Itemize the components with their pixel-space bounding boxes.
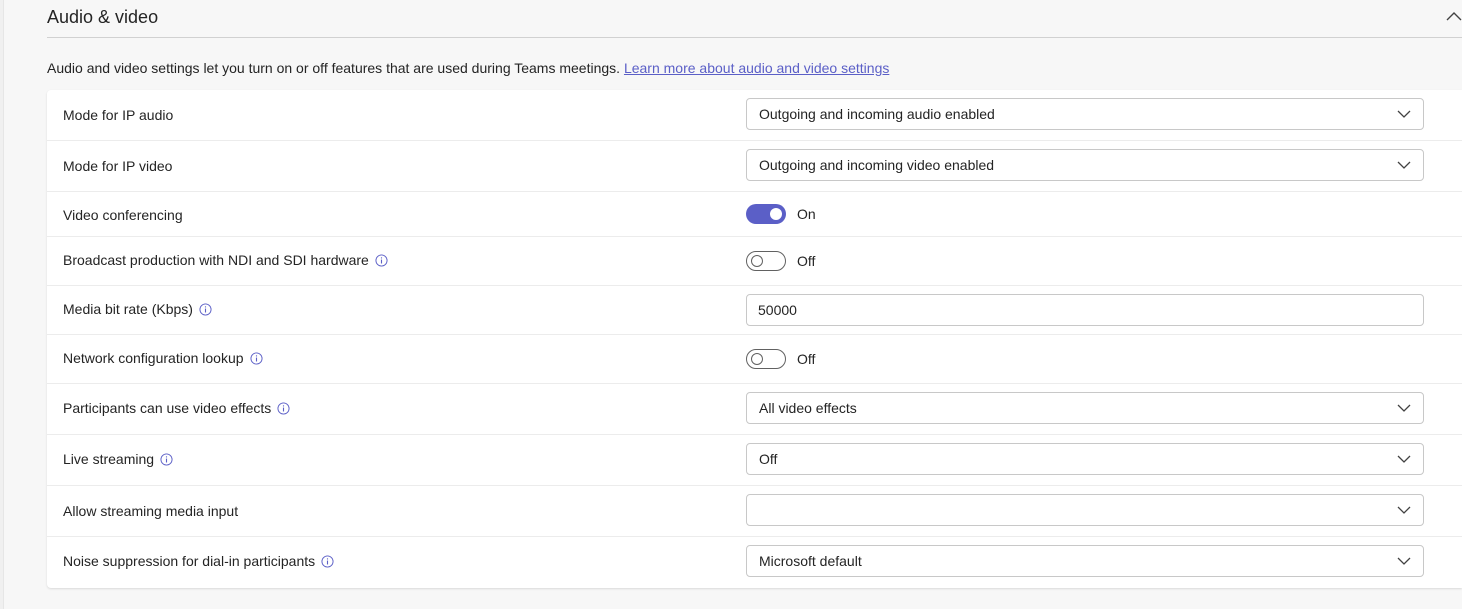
left-rail <box>0 0 4 609</box>
setting-label-text: Live streaming <box>63 451 155 467</box>
info-icon[interactable] <box>160 452 173 466</box>
dropdown-value: Microsoft default <box>759 553 862 569</box>
setting-label: Allow streaming media input <box>63 503 238 519</box>
chevron-down-icon <box>1397 161 1411 169</box>
section-header[interactable]: Audio & video <box>47 0 1462 38</box>
network-config-toggle[interactable] <box>746 349 786 369</box>
setting-label-text: Mode for IP video <box>63 158 173 174</box>
info-icon[interactable] <box>250 351 263 365</box>
media-bit-rate-input[interactable] <box>758 302 1398 318</box>
setting-label-text: Allow streaming media input <box>63 503 239 519</box>
setting-label-text: Mode for IP audio <box>63 107 174 123</box>
video-effects-dropdown[interactable]: All video effects <box>746 392 1424 424</box>
setting-row-media-bit-rate: Media bit rate (Kbps) <box>47 286 1462 335</box>
toggle-knob <box>770 208 782 220</box>
broadcast-toggle-group: Off <box>746 251 815 271</box>
setting-label: Network configuration lookup <box>63 350 263 366</box>
setting-label: Live streaming <box>63 451 173 467</box>
ip-video-dropdown[interactable]: Outgoing and incoming video enabled <box>746 149 1424 181</box>
setting-row-live-streaming: Live streaming Off <box>47 435 1462 486</box>
setting-label-text: Broadcast production with NDI and SDI ha… <box>63 252 369 268</box>
setting-label: Broadcast production with NDI and SDI ha… <box>63 252 388 268</box>
dropdown-value: Outgoing and incoming video enabled <box>759 157 995 173</box>
live-streaming-dropdown[interactable]: Off <box>746 443 1424 475</box>
streaming-media-input-dropdown[interactable] <box>746 494 1424 526</box>
section-title: Audio & video <box>47 7 159 27</box>
setting-row-broadcast-production: Broadcast production with NDI and SDI ha… <box>47 237 1462 286</box>
section-description: Audio and video settings let you turn on… <box>47 60 889 76</box>
chevron-down-icon <box>1397 506 1411 514</box>
setting-row-streaming-media-input: Allow streaming media input <box>47 486 1462 537</box>
description-text: Audio and video settings let you turn on… <box>47 60 624 76</box>
setting-label: Participants can use video effects <box>63 400 290 416</box>
ip-audio-dropdown[interactable]: Outgoing and incoming audio enabled <box>746 98 1424 130</box>
info-icon[interactable] <box>321 554 334 568</box>
setting-label-text: Media bit rate (Kbps) <box>63 301 193 317</box>
broadcast-production-toggle[interactable] <box>746 251 786 271</box>
setting-row-noise-suppression: Noise suppression for dial-in participan… <box>47 537 1462 588</box>
setting-label: Video conferencing <box>63 207 183 223</box>
setting-row-video-effects: Participants can use video effects All v… <box>47 384 1462 435</box>
toggle-state-label: Off <box>797 253 816 269</box>
setting-label: Media bit rate (Kbps) <box>63 301 212 317</box>
setting-label: Mode for IP audio <box>63 107 173 123</box>
dropdown-value: All video effects <box>759 400 857 416</box>
chevron-up-icon[interactable] <box>1446 10 1462 22</box>
settings-card: Mode for IP audio Outgoing and incoming … <box>47 90 1462 588</box>
setting-label-text: Video conferencing <box>63 207 183 223</box>
toggle-state-label: On <box>797 206 816 222</box>
setting-row-ip-audio: Mode for IP audio Outgoing and incoming … <box>47 90 1462 141</box>
dropdown-value: Off <box>759 451 778 467</box>
chevron-down-icon <box>1397 110 1411 118</box>
setting-label-text: Network configuration lookup <box>63 350 244 366</box>
dropdown-value: Outgoing and incoming audio enabled <box>759 106 995 122</box>
setting-row-network-config: Network configuration lookup Off <box>47 335 1462 384</box>
setting-label-text: Noise suppression for dial-in participan… <box>63 553 316 569</box>
noise-suppression-dropdown[interactable]: Microsoft default <box>746 545 1424 577</box>
setting-row-video-conferencing: Video conferencing On <box>47 192 1462 237</box>
network-config-toggle-group: Off <box>746 349 815 369</box>
chevron-down-icon <box>1397 557 1411 565</box>
setting-label: Noise suppression for dial-in participan… <box>63 553 334 569</box>
info-icon[interactable] <box>277 401 290 415</box>
learn-more-link[interactable]: Learn more about audio and video setting… <box>624 60 889 76</box>
toggle-knob <box>751 255 763 267</box>
video-conferencing-toggle[interactable] <box>746 204 786 224</box>
video-conferencing-toggle-group: On <box>746 204 816 224</box>
setting-label: Mode for IP video <box>63 158 172 174</box>
media-bit-rate-field[interactable] <box>746 294 1424 326</box>
setting-row-ip-video: Mode for IP video Outgoing and incoming … <box>47 141 1462 192</box>
info-icon[interactable] <box>375 253 388 267</box>
chevron-down-icon <box>1397 455 1411 463</box>
toggle-state-label: Off <box>797 351 816 367</box>
setting-label-text: Participants can use video effects <box>63 400 272 416</box>
info-icon[interactable] <box>199 302 212 316</box>
toggle-knob <box>751 353 763 365</box>
chevron-down-icon <box>1397 404 1411 412</box>
